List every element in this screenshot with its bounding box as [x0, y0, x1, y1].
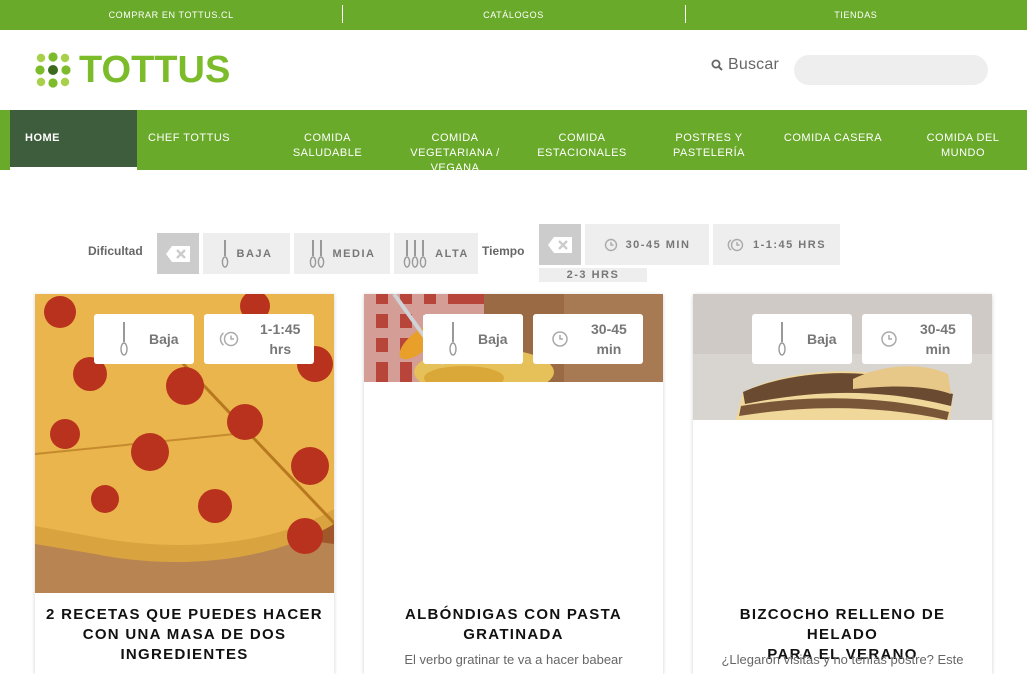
nav-item-chef-tottus[interactable]: CHEF TOTTUS: [148, 110, 232, 170]
time-label: Tiempo: [482, 244, 525, 258]
difficulty-badge: Baja: [752, 314, 852, 364]
recipe-card[interactable]: Baja 1-1:45 hrs 2 RECETAS QUE PUEDES HAC…: [35, 294, 334, 674]
topbar-link-tiendas[interactable]: TIENDAS: [684, 0, 1027, 30]
recipe-description: ¿Llegaron visitas y no tenías postre? Es…: [721, 652, 964, 667]
difficulty-option-label: ALTA: [435, 247, 469, 260]
time-badge-value: 30-45: [591, 321, 627, 337]
recipe-card[interactable]: Baja 30-45 min BIZCOCHO RELLENO DE HELAD…: [693, 294, 992, 674]
time-badge: 1-1:45 hrs: [204, 314, 314, 364]
recipe-title[interactable]: ALBÓNDIGAS CON PASTA GRATINADA: [374, 605, 653, 645]
whisk-icon: [778, 322, 786, 356]
time-clear-button[interactable]: [539, 224, 581, 265]
clock-icon: [604, 238, 617, 251]
clear-icon: [166, 245, 190, 262]
recipe-title-line: BIZCOCHO RELLENO DE HELADO: [739, 606, 946, 643]
recipe-title-line: INGREDIENTES: [120, 646, 249, 663]
time-option-label: 1-1:45 HRS: [752, 238, 827, 251]
nav-item-comida-saludable[interactable]: COMIDA SALUDABLE: [280, 110, 375, 170]
clock-icon: [727, 238, 744, 251]
difficulty-option-label: BAJA: [236, 247, 273, 260]
search-input[interactable]: [794, 55, 988, 85]
recipe-title-line: 2 RECETAS QUE PUEDES HACER: [46, 606, 323, 623]
difficulty-badge-label: Baja: [807, 331, 837, 347]
time-badge-label: 1-1:45 hrs: [260, 319, 300, 359]
logo-dots-icon: [35, 52, 71, 88]
clock-icon: [552, 331, 568, 347]
logo[interactable]: TOTTUS: [35, 49, 231, 91]
main-nav: HOME CHEF TOTTUS COMIDA SALUDABLE COMIDA…: [0, 110, 1027, 170]
clock-icon: [881, 331, 897, 347]
time-badge-value: 30-45: [920, 321, 956, 337]
time-option-2-3-hrs[interactable]: 2-3 HRS: [539, 268, 647, 282]
time-option-1-1-45-hrs[interactable]: 1-1:45 HRS: [713, 224, 840, 265]
difficulty-label: Dificultad: [88, 244, 143, 258]
whisk-icon: [221, 239, 228, 268]
recipe-image[interactable]: Baja 30-45 min: [693, 294, 992, 430]
time-badge-value: 1-1:45: [260, 321, 301, 337]
difficulty-option-label: MEDIA: [332, 247, 376, 260]
difficulty-option-alta[interactable]: ALTA: [394, 233, 478, 274]
whisk-icon: [403, 239, 427, 268]
recipe-image[interactable]: Baja 30-45 min: [364, 294, 663, 382]
logo-text: TOTTUS: [79, 49, 231, 91]
time-option-label: 30-45 MIN: [625, 238, 691, 251]
search-label: Buscar: [728, 56, 779, 73]
difficulty-badge-label: Baja: [478, 331, 508, 347]
nav-item-comida-estacionales[interactable]: COMIDA ESTACIONALES: [532, 110, 632, 170]
difficulty-clear-button[interactable]: [157, 233, 199, 274]
recipe-title-line: ALBÓNDIGAS CON PASTA: [404, 606, 623, 623]
recipe-title-line: CON UNA MASA DE DOS: [82, 626, 287, 643]
difficulty-option-media[interactable]: MEDIA: [294, 233, 390, 274]
time-badge-label: 30-45 min: [920, 319, 956, 359]
time-badge-unit: hrs: [269, 341, 292, 357]
difficulty-badge-label: Baja: [149, 331, 179, 347]
clock-icon: [219, 331, 239, 347]
difficulty-badge: Baja: [423, 314, 523, 364]
time-badge-unit: min: [925, 341, 951, 357]
search-trigger[interactable]: Buscar: [711, 56, 779, 74]
recipe-image[interactable]: Baja 1-1:45 hrs: [35, 294, 334, 593]
recipe-description: El verbo gratinar te va a hacer babear: [404, 652, 623, 667]
nav-item-comida-vegetariana[interactable]: COMIDA VEGETARIANA / VEGANA: [400, 110, 510, 170]
nav-item-comida-casera[interactable]: COMIDA CASERA: [778, 110, 888, 170]
time-badge-label: 30-45 min: [591, 319, 627, 359]
time-badge-unit: min: [596, 341, 622, 357]
time-option-30-45-min[interactable]: 30-45 MIN: [585, 224, 709, 265]
whisk-icon: [449, 322, 457, 356]
topbar-link-catalogos[interactable]: CATÁLOGOS: [342, 0, 684, 30]
nav-item-home[interactable]: HOME: [10, 110, 137, 170]
recipe-title-line: GRATINADA: [463, 626, 564, 643]
top-bar: COMPRAR EN TOTTUS.CL CATÁLOGOS TIENDAS: [0, 0, 1027, 30]
recipe-title[interactable]: 2 RECETAS QUE PUEDES HACER CON UNA MASA …: [45, 605, 324, 665]
nav-item-postres[interactable]: POSTRES Y PASTELERÍA: [664, 110, 754, 170]
nav-item-comida-del-mundo[interactable]: COMIDA DEL MUNDO: [918, 110, 1008, 170]
difficulty-badge: Baja: [94, 314, 194, 364]
topbar-link-comprar[interactable]: COMPRAR EN TOTTUS.CL: [0, 0, 342, 30]
time-badge: 30-45 min: [533, 314, 643, 364]
whisk-icon: [309, 239, 324, 268]
search-icon: [711, 59, 723, 71]
recipe-card[interactable]: Baja 30-45 min ALBÓNDIGAS CON PASTA GRAT…: [364, 294, 663, 674]
clear-icon: [548, 236, 572, 253]
time-badge: 30-45 min: [862, 314, 972, 364]
difficulty-option-baja[interactable]: BAJA: [203, 233, 290, 274]
time-option-label: 2-3 HRS: [566, 269, 620, 281]
whisk-icon: [120, 322, 128, 356]
